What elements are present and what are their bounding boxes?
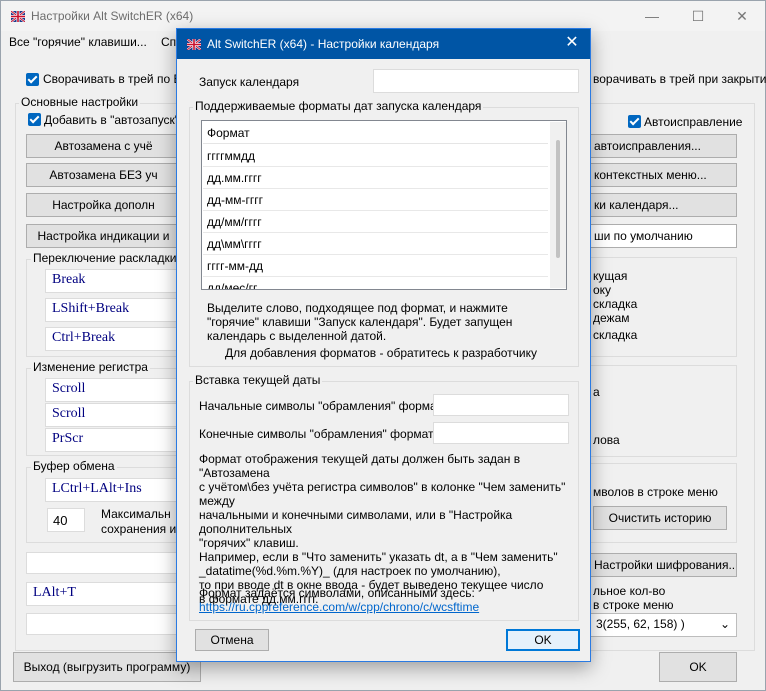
start-symbols-label: Начальные символы "обрамления" формата: xyxy=(199,399,452,413)
extra-hotkeys-button[interactable]: Настройка дополн xyxy=(26,193,181,217)
tray-close-label: ворачивать в трей при закрытии xyxy=(593,72,766,86)
history-frame xyxy=(589,463,737,543)
register-hotkey-3[interactable]: PrScr xyxy=(45,428,181,452)
main-ok-button[interactable]: OK xyxy=(659,652,737,682)
format-row[interactable]: гггг-мм-дд xyxy=(203,255,548,277)
description-line: Например, если в "Что заменить" указать … xyxy=(199,550,558,564)
right-mid-1: а xyxy=(593,385,600,399)
layout-hotkey-1[interactable]: Break xyxy=(45,269,181,293)
clipboard-hotkey[interactable]: LCtrl+LAlt+Ins xyxy=(45,478,181,502)
dialog-ok-button[interactable]: OK xyxy=(506,629,580,651)
layout-hotkey-3[interactable]: Ctrl+Break xyxy=(45,327,181,351)
color-combo-value: 3(255, 62, 158) ) xyxy=(596,617,685,631)
cppreference-link[interactable]: https://ru.cppreference.com/w/cpp/chrono… xyxy=(199,600,479,614)
format-row[interactable]: дд/мес/гг xyxy=(203,277,548,289)
bottom-empty-field[interactable] xyxy=(26,613,181,635)
format-row[interactable]: ггггммдд xyxy=(203,145,548,167)
developer-note: Для добавления форматов - обратитесь к р… xyxy=(225,346,538,360)
main-title: Настройки Alt SwitchER (x64) xyxy=(31,9,194,23)
description-line: _datatime(%d.%m.%Y)_ (для настроек по ум… xyxy=(199,564,501,578)
context-menu-button[interactable]: контекстных меню... xyxy=(589,163,737,187)
formats-hint: Выделите слово, подходящее под формат, и… xyxy=(207,301,513,343)
dialog-title: Alt SwitchER (x64) - Настройки календаря xyxy=(207,37,440,51)
formats-list[interactable]: Формат ггггммдд дд.мм.гггг дд-мм-гггг дд… xyxy=(201,120,567,290)
dialog-close-icon[interactable]: ✕ xyxy=(561,32,583,54)
dialog-titlebar: Alt SwitchER (x64) - Настройки календаря… xyxy=(177,29,590,59)
description-line: "горячих" клавиш. xyxy=(199,536,299,550)
tray-esc-label: Сворачивать в трей по ESC xyxy=(43,72,199,86)
encryption-settings-button[interactable]: Настройки шифрования... xyxy=(589,553,737,577)
bottom-hotkey-field[interactable]: LAlt+T xyxy=(26,582,181,606)
maximize-icon[interactable]: ☐ xyxy=(687,5,709,27)
clipboard-count-input[interactable]: 40 xyxy=(47,508,85,532)
launch-calendar-label: Запуск календаря xyxy=(199,75,300,89)
launch-calendar-input[interactable] xyxy=(373,69,579,93)
layout-switch-label: Переключение раскладки xyxy=(31,251,179,265)
register-hotkey-1[interactable]: Scroll xyxy=(45,378,181,402)
description-line: с учётом\без учёта регистра символов" в … xyxy=(199,480,566,508)
autostart-checkbox[interactable] xyxy=(28,113,41,126)
format-row[interactable]: дд\мм\гггг xyxy=(203,233,548,255)
format-note: Формат задаётся символами, описанными зд… xyxy=(199,586,475,600)
register-hotkey-2[interactable]: Scroll xyxy=(45,403,181,427)
calendar-settings-button[interactable]: ки календаря... xyxy=(589,193,737,217)
description-line: начальными и конечными символами, или в … xyxy=(199,508,513,536)
menu-items-label: мволов в строке меню xyxy=(593,485,718,499)
formats-scroll-thumb[interactable] xyxy=(556,140,560,258)
empty-hotkey-field[interactable] xyxy=(26,552,181,574)
format-row[interactable]: дд/мм/гггг xyxy=(203,211,548,233)
minimize-icon[interactable]: — xyxy=(641,5,663,27)
dialog-flag-icon xyxy=(187,39,201,50)
right-option-5: складка xyxy=(593,328,638,342)
dialog-cancel-button[interactable]: Отмена xyxy=(195,629,269,651)
autocorrect-checkbox[interactable] xyxy=(628,115,641,128)
end-symbols-input[interactable] xyxy=(433,422,569,444)
formats-header: Формат xyxy=(203,122,548,144)
right-option-1: кущая xyxy=(593,269,628,283)
max-count-line2: в строке меню xyxy=(593,598,674,612)
app-flag-icon xyxy=(11,11,25,22)
calendar-dialog: Alt SwitchER (x64) - Настройки календаря… xyxy=(176,28,591,662)
close-icon[interactable]: ✕ xyxy=(731,5,753,27)
tray-esc-checkbox[interactable] xyxy=(26,73,39,86)
register-label: Изменение регистра xyxy=(31,360,150,374)
autostart-label: Добавить в "автозапуск" xyxy=(44,113,180,127)
main-titlebar: Настройки Alt SwitchER (x64) — ☐ ✕ xyxy=(1,1,765,31)
description-line: Формат отображения текущей даты должен б… xyxy=(199,452,521,480)
formats-group-label: Поддерживаемые форматы дат запуска кален… xyxy=(193,99,484,113)
chevron-down-icon: ⌄ xyxy=(719,617,730,631)
autocorrect-label: Автоисправление xyxy=(644,115,743,129)
right-option-2: оку xyxy=(593,283,612,297)
insert-date-label: Вставка текущей даты xyxy=(193,373,323,387)
right-option-4: дежам xyxy=(593,311,630,325)
clipboard-label: Буфер обмена xyxy=(31,459,117,473)
right-mid-2: лова xyxy=(593,433,620,447)
basic-settings-label: Основные настройки xyxy=(19,95,141,109)
indication-settings-button[interactable]: Настройка индикации и xyxy=(26,224,181,248)
autoreplace-nocase-button[interactable]: Автозамена БЕЗ уч xyxy=(26,163,181,187)
defaults-button[interactable]: ши по умолчанию xyxy=(589,224,737,248)
formats-scrollbar[interactable] xyxy=(550,122,566,288)
exit-button[interactable]: Выход (выгрузить программу) xyxy=(13,652,201,682)
layout-hotkey-2[interactable]: LShift+Break xyxy=(45,298,181,322)
end-symbols-label: Конечные символы "обрамления" формата: xyxy=(199,427,444,441)
format-row[interactable]: дд.мм.гггг xyxy=(203,167,548,189)
date-format-description: Формат отображения текущей даты должен б… xyxy=(199,452,574,606)
menu-other[interactable]: Сп xyxy=(161,35,176,49)
format-row[interactable]: дд-мм-гггг xyxy=(203,189,548,211)
clear-history-button[interactable]: Очистить историю xyxy=(593,506,727,530)
max-count-line1: льное кол-во xyxy=(593,584,666,598)
autoreplace-case-button[interactable]: Автозамена с учё xyxy=(26,134,181,158)
menu-hotkeys[interactable]: Все "горячие" клавиши... xyxy=(9,35,147,49)
clipboard-max-line2: сохранения ист xyxy=(101,522,188,536)
color-combo[interactable]: 3(255, 62, 158) ) ⌄ xyxy=(589,613,737,637)
right-option-3: складка xyxy=(593,297,638,311)
autocorrect-settings-button[interactable]: автоисправления... xyxy=(589,134,737,158)
start-symbols-input[interactable] xyxy=(433,394,569,416)
clipboard-max-line1: Максимальн xyxy=(101,507,171,521)
